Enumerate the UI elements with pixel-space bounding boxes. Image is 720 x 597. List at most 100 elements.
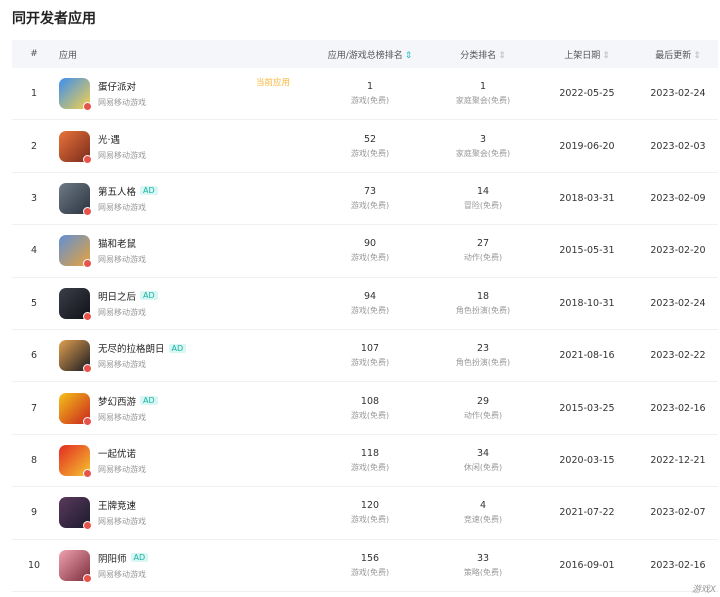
- table-row[interactable]: 5 明日之后 AD 网易移动游戏 94 游戏(免费) 18 角色扮演(免费) 2018…: [12, 278, 718, 330]
- publisher-badge-icon: [83, 468, 92, 478]
- release-date: 2018-03-31: [559, 192, 615, 204]
- header-rank-label: 应用/游戏总榜排名: [327, 50, 403, 61]
- release-date: 2022-05-25: [559, 88, 615, 100]
- publisher-badge-icon: [83, 102, 92, 112]
- last-update: 2023-02-20: [650, 245, 706, 257]
- app-name[interactable]: 猫和老鼠: [98, 236, 136, 250]
- header-rank[interactable]: 应用/游戏总榜排名 ⇕: [310, 48, 430, 61]
- ad-badge: AD: [140, 291, 158, 301]
- overall-rank: 90: [363, 238, 377, 250]
- app-cell[interactable]: 明日之后 AD 网易移动游戏: [56, 287, 310, 321]
- header-update-label: 最后更新: [655, 50, 692, 61]
- table-row[interactable]: 7 梦幻西游 AD 网易移动游戏 108 游戏(免费) 29 动作(免费) 2015-…: [12, 382, 718, 435]
- category-rank: 27: [476, 238, 490, 250]
- publisher-badge-icon: [83, 521, 92, 531]
- publisher-name: 网易移动游戏: [98, 517, 146, 527]
- header-category-label: 分类排名: [460, 50, 497, 61]
- app-cell[interactable]: 一起优诺 网易移动游戏: [56, 444, 310, 478]
- app-name[interactable]: 阴阳师: [98, 551, 127, 565]
- category-name: 角色扮演(免费): [455, 305, 511, 315]
- last-update: 2023-02-22: [650, 350, 706, 362]
- last-update: 2023-02-24: [650, 88, 706, 100]
- row-number: 7: [30, 402, 38, 414]
- row-number: 9: [30, 507, 38, 519]
- row-number: 3: [30, 192, 38, 204]
- app-name[interactable]: 无尽的拉格朗日: [98, 341, 165, 355]
- app-name[interactable]: 一起优诺: [98, 446, 136, 460]
- app-icon[interactable]: [59, 340, 92, 374]
- sort-icon[interactable]: ⇕: [602, 51, 610, 61]
- table-row[interactable]: 10 阴阳师 AD 网易移动游戏 156 游戏(免费) 33 策略(免费) 2016-…: [12, 540, 718, 592]
- app-name[interactable]: 蛋仔派对: [98, 79, 136, 93]
- overall-rank-category: 游戏(免费): [350, 253, 390, 263]
- ad-badge: AD: [140, 396, 158, 406]
- header-release[interactable]: 上架日期 ⇕: [536, 48, 638, 61]
- category-rank: 29: [476, 395, 490, 407]
- table-row[interactable]: 9 王牌竞速 网易移动游戏 120 游戏(免费) 4 竞速(免费) 2021-07-…: [12, 487, 718, 540]
- app-cell[interactable]: 第五人格 AD 网易移动游戏: [56, 182, 310, 216]
- app-name[interactable]: 王牌竞速: [98, 498, 136, 512]
- last-update: 2022-12-21: [650, 454, 706, 466]
- app-cell[interactable]: 光·遇 网易移动游戏: [56, 130, 310, 164]
- header-category[interactable]: 分类排名 ⇕: [430, 48, 536, 61]
- app-icon[interactable]: [59, 392, 92, 426]
- app-icon[interactable]: [59, 130, 92, 164]
- overall-rank-category: 游戏(免费): [350, 358, 390, 368]
- current-app-badge: 当前应用: [256, 78, 291, 89]
- overall-rank: 52: [363, 133, 377, 145]
- table-row[interactable]: 1 蛋仔派对 网易移动游戏 当前应用 1 游戏(免费) 1 家庭聚会(免费) 202…: [12, 68, 718, 121]
- app-name[interactable]: 光·遇: [98, 132, 120, 146]
- ad-badge: AD: [130, 553, 149, 563]
- table-row[interactable]: 4 猫和老鼠 网易移动游戏 90 游戏(免费) 27 动作(免费) 2015-05-…: [12, 225, 718, 278]
- app-cell[interactable]: 王牌竞速 网易移动游戏: [56, 497, 310, 531]
- row-number: 4: [30, 245, 38, 257]
- publisher-name: 网易移动游戏: [98, 307, 146, 317]
- sort-icon[interactable]: ⇕: [498, 51, 506, 61]
- overall-rank: 107: [360, 343, 380, 355]
- category-name: 家庭聚会(免费): [455, 148, 511, 158]
- app-icon[interactable]: [59, 235, 92, 269]
- app-name[interactable]: 梦幻西游: [98, 394, 136, 408]
- category-name: 休闲(免费): [463, 462, 503, 472]
- overall-rank-category: 游戏(免费): [350, 305, 390, 315]
- header-update[interactable]: 最后更新 ⇕: [638, 48, 718, 61]
- app-icon[interactable]: [59, 497, 92, 531]
- app-cell[interactable]: 梦幻西游 AD 网易移动游戏: [56, 392, 310, 426]
- publisher-badge-icon: [83, 364, 92, 374]
- category-name: 冒险(免费): [463, 200, 503, 210]
- release-date: 2020-03-15: [559, 454, 615, 466]
- overall-rank-category: 游戏(免费): [350, 567, 390, 577]
- row-number: 5: [30, 297, 38, 309]
- app-cell[interactable]: 蛋仔派对 网易移动游戏 当前应用: [56, 78, 310, 112]
- table-header: # 应用 应用/游戏总榜排名 ⇕ 分类排名 ⇕ 上架日期 ⇕ 最后更新 ⇕: [12, 40, 718, 68]
- app-icon[interactable]: [59, 549, 92, 583]
- row-number: 1: [30, 88, 38, 100]
- app-name[interactable]: 明日之后: [98, 289, 136, 303]
- overall-rank-category: 游戏(免费): [350, 96, 390, 106]
- category-name: 角色扮演(免费): [455, 358, 511, 368]
- row-number: 6: [30, 350, 38, 362]
- sort-icon[interactable]: ⇕: [693, 51, 701, 61]
- publisher-badge-icon: [83, 311, 92, 321]
- app-icon[interactable]: [59, 444, 92, 478]
- row-number: 10: [27, 559, 41, 571]
- table-row[interactable]: 2 光·遇 网易移动游戏 52 游戏(免费) 3 家庭聚会(免费) 2019-06-…: [12, 120, 718, 173]
- table-row[interactable]: 6 无尽的拉格朗日 AD 网易移动游戏 107 游戏(免费) 23 角色扮演(免费) …: [12, 330, 718, 383]
- last-update: 2023-02-09: [650, 192, 706, 204]
- overall-rank-category: 游戏(免费): [350, 462, 390, 472]
- app-cell[interactable]: 猫和老鼠 网易移动游戏: [56, 235, 310, 269]
- sort-icon[interactable]: ⇕: [405, 51, 413, 61]
- table-row[interactable]: 8 一起优诺 网易移动游戏 118 游戏(免费) 34 休闲(免费) 2020-03…: [12, 435, 718, 488]
- overall-rank: 94: [363, 290, 377, 302]
- app-icon[interactable]: [59, 182, 92, 216]
- publisher-badge-icon: [83, 259, 92, 269]
- app-icon[interactable]: [59, 78, 92, 112]
- app-cell[interactable]: 无尽的拉格朗日 AD 网易移动游戏: [56, 340, 310, 374]
- app-name[interactable]: 第五人格: [98, 184, 136, 198]
- row-number: 2: [30, 140, 38, 152]
- category-rank: 18: [476, 290, 490, 302]
- ad-badge: AD: [140, 186, 158, 196]
- app-cell[interactable]: 阴阳师 AD 网易移动游戏: [56, 549, 310, 583]
- table-row[interactable]: 3 第五人格 AD 网易移动游戏 73 游戏(免费) 14 冒险(免费) 2018-0…: [12, 173, 718, 226]
- app-icon[interactable]: [59, 287, 92, 321]
